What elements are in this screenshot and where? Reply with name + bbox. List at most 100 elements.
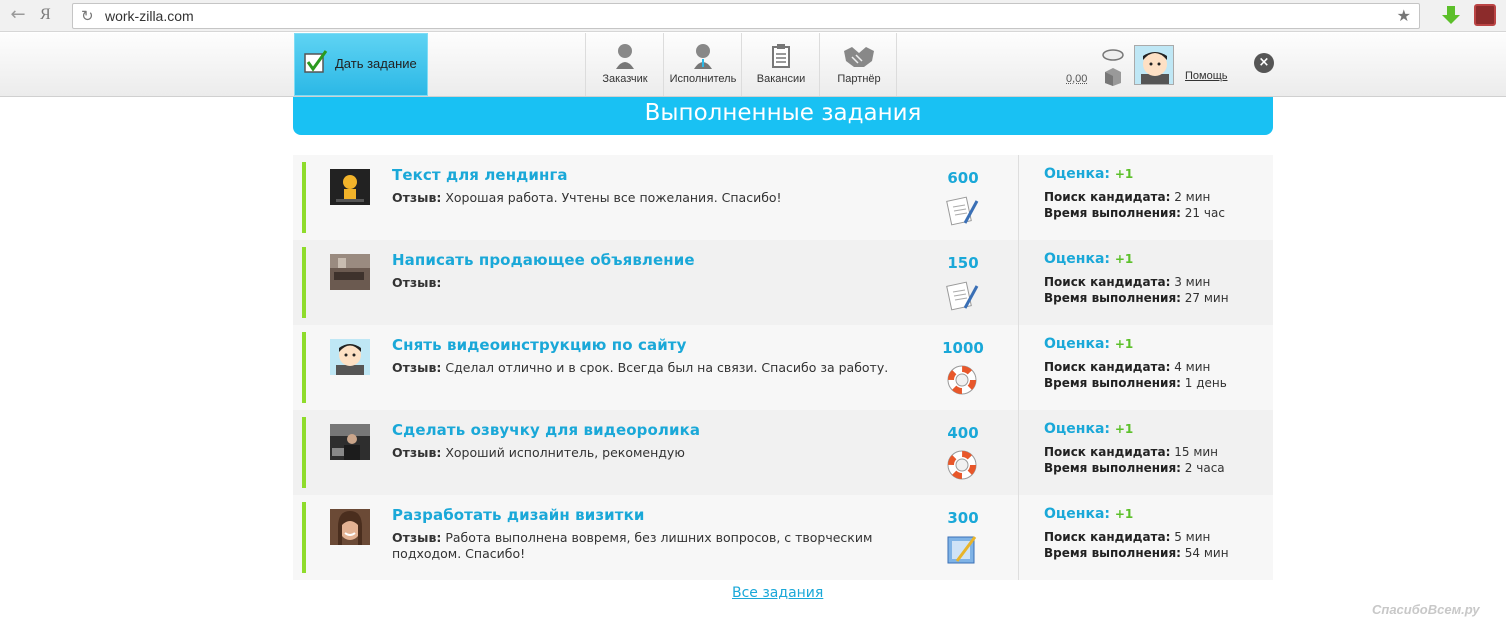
candidate-search-time: Поиск кандидата: 2 мин (1044, 190, 1210, 204)
rating-value: +1 (1114, 337, 1134, 351)
yandex-logo-icon[interactable]: Я (40, 5, 58, 25)
search-value: 5 мин (1174, 530, 1211, 544)
task-rating: Оценка: +1 (1044, 336, 1133, 352)
user-avatar[interactable] (1134, 45, 1174, 85)
customer-avatar[interactable] (330, 339, 370, 375)
balance-amount[interactable]: 0,00 (1066, 73, 1087, 85)
woman-photo-avatar-icon (330, 509, 370, 545)
design-icon (947, 536, 977, 564)
close-icon[interactable]: × (1254, 53, 1274, 73)
office-photo-avatar-icon (330, 254, 370, 290)
exec-label: Время выполнения: (1044, 206, 1181, 220)
lifebuoy-icon (947, 365, 977, 395)
download-arrow-icon[interactable] (1440, 4, 1462, 26)
nav-label: Вакансии (756, 73, 806, 85)
extension-icon[interactable] (1474, 4, 1496, 26)
back-arrow-icon[interactable]: ← (8, 5, 28, 25)
exec-label: Время выполнения: (1044, 291, 1181, 305)
rating-value: +1 (1114, 507, 1134, 521)
exec-label: Время выполнения: (1044, 546, 1181, 560)
execution-time: Время выполнения: 1 день (1044, 376, 1227, 390)
nav-label: Партнёр (837, 73, 881, 85)
candidate-search-time: Поиск кандидата: 15 мин (1044, 445, 1218, 459)
task-row: Разработать дизайн визитки Отзыв: Работа… (293, 495, 1273, 580)
exec-label: Время выполнения: (1044, 461, 1181, 475)
task-title-link[interactable]: Текст для лендинга (392, 166, 568, 184)
task-review: Отзыв: Сделал отлично и в срок. Всегда б… (392, 360, 892, 376)
give-task-button[interactable]: Дать задание (294, 33, 428, 96)
task-title-link[interactable]: Разработать дизайн визитки (392, 506, 644, 524)
row-separator (1018, 410, 1019, 495)
rating-value: +1 (1114, 422, 1134, 436)
task-review: Отзыв: Работа выполнена вовремя, без лиш… (392, 530, 892, 562)
bookmark-star-icon[interactable]: ★ (1397, 6, 1411, 26)
task-rating: Оценка: +1 (1044, 166, 1133, 182)
customer-avatar[interactable] (330, 169, 370, 205)
review-text: Работа выполнена вовремя, без лишних воп… (392, 530, 873, 561)
search-label: Поиск кандидата: (1044, 445, 1171, 459)
exec-value: 21 час (1184, 206, 1225, 220)
execution-time: Время выполнения: 54 мин (1044, 546, 1229, 560)
row-accent-bar (302, 162, 306, 233)
task-review: Отзыв: Хорошая работа. Учтены все пожела… (392, 190, 892, 206)
search-value: 15 мин (1174, 445, 1219, 459)
task-title-link[interactable]: Снять видеоинструкцию по сайту (392, 336, 686, 354)
handshake-icon (844, 47, 874, 67)
customer-avatar[interactable] (330, 509, 370, 545)
help-link[interactable]: Помощь (1185, 70, 1228, 82)
row-accent-bar (302, 417, 306, 488)
search-label: Поиск кандидата: (1044, 530, 1171, 544)
search-value: 4 мин (1174, 360, 1211, 374)
customer-person-icon (616, 44, 634, 69)
search-label: Поиск кандидата: (1044, 190, 1171, 204)
task-rating: Оценка: +1 (1044, 251, 1133, 267)
cartoon-avatar-icon (1135, 46, 1173, 84)
package-icon[interactable] (1104, 67, 1122, 87)
nav-customer[interactable]: Заказчик (585, 33, 663, 96)
reload-icon[interactable]: ↻ (81, 6, 94, 26)
search-value: 3 мин (1174, 275, 1211, 289)
execution-time: Время выполнения: 27 мин (1044, 291, 1229, 305)
row-accent-bar (302, 502, 306, 573)
nav-label: Исполнитель (669, 73, 737, 85)
row-separator (1018, 240, 1019, 325)
task-review: Отзыв: (392, 275, 892, 291)
nav-vacancies[interactable]: Вакансии (741, 33, 819, 96)
task-row: Написать продающее объявление Отзыв: 150… (293, 240, 1273, 325)
nav-partner[interactable]: Партнёр (819, 33, 897, 96)
task-price: 600 (947, 169, 979, 187)
robot-avatar-icon (330, 169, 370, 205)
candidate-search-time: Поиск кандидата: 5 мин (1044, 530, 1210, 544)
completed-tasks-banner: Выполненные задания (293, 97, 1273, 135)
exec-value: 54 мин (1184, 546, 1229, 560)
lifebuoy-icon (947, 450, 977, 480)
address-bar[interactable]: ↻ work-zilla.com ★ (72, 3, 1420, 29)
mouse-icon[interactable] (1102, 47, 1124, 61)
all-tasks-link[interactable]: Все задания (732, 585, 823, 601)
url-text[interactable]: work-zilla.com (105, 7, 194, 25)
review-text: Сделал отлично и в срок. Всегда был на с… (445, 360, 889, 375)
clipboard-icon (772, 44, 790, 68)
customer-avatar[interactable] (330, 254, 370, 290)
row-accent-bar (302, 332, 306, 403)
task-row: Сделать озвучку для видеоролика Отзыв: Х… (293, 410, 1273, 495)
task-price: 400 (947, 424, 979, 442)
review-text: Хороший исполнитель, рекомендую (445, 445, 685, 460)
candidate-search-time: Поиск кандидата: 4 мин (1044, 360, 1210, 374)
document-icon (946, 196, 979, 226)
nav-executor[interactable]: Исполнитель (663, 33, 741, 96)
search-value: 2 мин (1174, 190, 1211, 204)
task-title-link[interactable]: Написать продающее объявление (392, 251, 695, 269)
task-row: Снять видеоинструкцию по сайту Отзыв: Сд… (293, 325, 1273, 410)
candidate-search-time: Поиск кандидата: 3 мин (1044, 275, 1210, 289)
watermark-logo: СпасибоВсем.ру (1372, 602, 1480, 617)
row-separator (1018, 155, 1019, 240)
execution-time: Время выполнения: 2 часа (1044, 461, 1225, 475)
task-price: 300 (947, 509, 979, 527)
rating-label: Оценка: (1044, 166, 1110, 182)
customer-avatar[interactable] (330, 424, 370, 460)
search-label: Поиск кандидата: (1044, 275, 1171, 289)
task-title-link[interactable]: Сделать озвучку для видеоролика (392, 421, 700, 439)
task-review: Отзыв: Хороший исполнитель, рекомендую (392, 445, 892, 461)
task-row: Текст для лендинга Отзыв: Хорошая работа… (293, 155, 1273, 240)
